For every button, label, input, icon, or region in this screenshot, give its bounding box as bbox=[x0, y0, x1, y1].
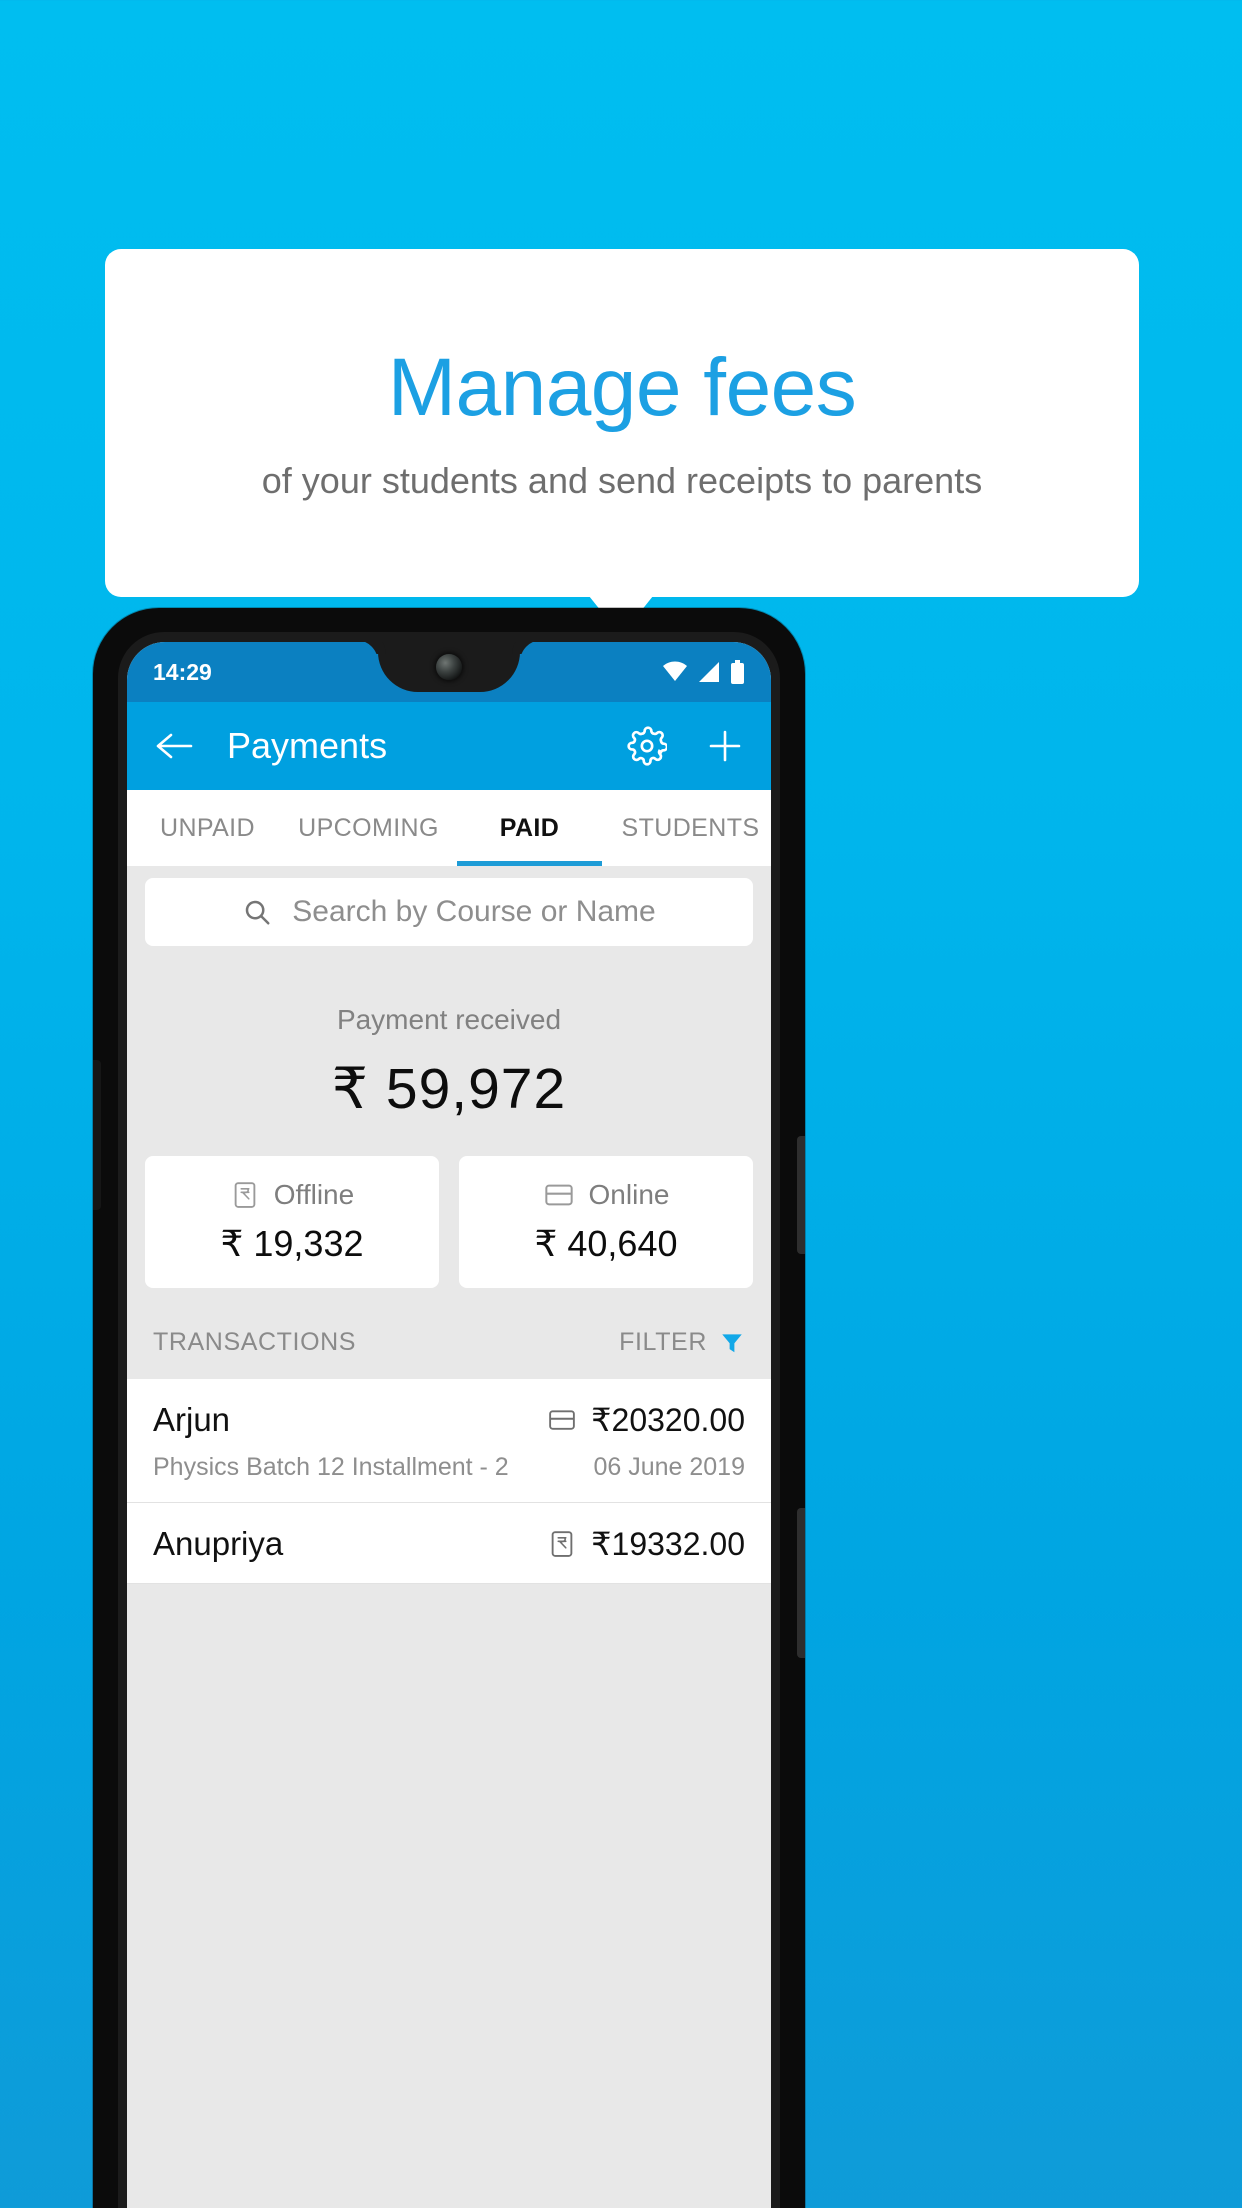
status-bar: 14:29 bbox=[127, 642, 771, 702]
search-icon bbox=[242, 897, 272, 927]
payment-summary: Payment received ₹ 59,972 bbox=[127, 946, 771, 1122]
tab-upcoming[interactable]: UPCOMING bbox=[288, 790, 449, 866]
page-title: Payments bbox=[227, 725, 388, 766]
offline-card-title: Offline bbox=[273, 1179, 355, 1210]
back-arrow-icon[interactable] bbox=[153, 731, 193, 761]
gear-icon[interactable] bbox=[627, 726, 667, 766]
payment-received-label: Payment received bbox=[336, 1004, 562, 1035]
front-camera bbox=[436, 654, 462, 680]
battery-icon bbox=[730, 660, 745, 684]
transaction-amount: ₹19332.00 bbox=[591, 1526, 745, 1562]
offline-payments-card[interactable]: Offline ₹ 19,332 bbox=[145, 1156, 439, 1288]
filter-button[interactable]: FILTER bbox=[619, 1328, 745, 1357]
transaction-amount-group: ₹20320.00 bbox=[547, 1401, 745, 1439]
cellular-signal-icon bbox=[697, 661, 721, 683]
credit-card-icon bbox=[543, 1179, 575, 1211]
transaction-student-name: Arjun bbox=[153, 1401, 231, 1438]
online-card-title: Online bbox=[588, 1179, 670, 1210]
phone-mockup: 14:29 Payments UNPAID UPCOMING PAID STUD… bbox=[93, 608, 805, 2208]
tab-students[interactable]: STUDENTS bbox=[610, 790, 771, 866]
table-row[interactable]: Arjun ₹20320.00 Physics Batch 12 Install… bbox=[127, 1379, 771, 1503]
phone-button-volume bbox=[797, 1136, 805, 1254]
promo-subtitle: of your students and send receipts to pa… bbox=[261, 460, 983, 501]
online-payments-card[interactable]: Online ₹ 40,640 bbox=[459, 1156, 753, 1288]
tab-paid[interactable]: PAID bbox=[449, 790, 610, 866]
transaction-secondary-line: Physics Batch 12 Installment - 2 06 June… bbox=[153, 1453, 745, 1482]
tab-bar: UNPAID UPCOMING PAID STUDENTS bbox=[127, 790, 771, 866]
offline-card-header: Offline bbox=[230, 1179, 354, 1211]
transaction-primary-line: Anupriya ₹19332.00 bbox=[153, 1525, 745, 1563]
transactions-header: TRANSACTIONS FILTER bbox=[127, 1288, 771, 1379]
online-card-amount: ₹ 40,640 bbox=[534, 1223, 678, 1264]
table-row[interactable]: Anupriya ₹19332.00 bbox=[127, 1503, 771, 1584]
app-bar: Payments bbox=[127, 702, 771, 790]
transaction-amount: ₹20320.00 bbox=[591, 1402, 745, 1438]
transaction-student-name: Anupriya bbox=[153, 1525, 284, 1562]
online-card-header: Online bbox=[543, 1179, 670, 1211]
transaction-amount-group: ₹19332.00 bbox=[547, 1525, 745, 1563]
transactions-list: Arjun ₹20320.00 Physics Batch 12 Install… bbox=[127, 1379, 771, 1584]
filter-label: FILTER bbox=[619, 1328, 707, 1356]
rupee-note-icon bbox=[547, 1529, 577, 1559]
phone-screen: 14:29 Payments UNPAID UPCOMING PAID STUD… bbox=[127, 642, 771, 2208]
status-bar-icons bbox=[662, 660, 745, 684]
transaction-primary-line: Arjun ₹20320.00 bbox=[153, 1401, 745, 1439]
wifi-icon bbox=[662, 661, 688, 683]
transaction-date: 06 June 2019 bbox=[593, 1453, 745, 1481]
phone-button-power bbox=[797, 1508, 805, 1658]
search-input[interactable]: Search by Course or Name bbox=[145, 878, 753, 946]
credit-card-icon bbox=[547, 1405, 577, 1435]
promo-card: Manage fees of your students and send re… bbox=[105, 249, 1139, 597]
plus-icon[interactable] bbox=[705, 726, 745, 766]
funnel-icon bbox=[719, 1330, 745, 1356]
display-notch bbox=[378, 642, 520, 692]
phone-bezel: 14:29 Payments UNPAID UPCOMING PAID STUD… bbox=[118, 632, 780, 2208]
promo-title: Manage fees bbox=[387, 342, 857, 433]
tab-unpaid[interactable]: UNPAID bbox=[127, 790, 288, 866]
paid-tab-content: Search by Course or Name Payment receive… bbox=[127, 866, 771, 2208]
search-container: Search by Course or Name bbox=[127, 866, 771, 946]
transactions-label: TRANSACTIONS bbox=[153, 1328, 357, 1356]
payment-received-amount: ₹ 59,972 bbox=[331, 1057, 567, 1121]
rupee-note-icon bbox=[230, 1180, 260, 1210]
offline-card-amount: ₹ 19,332 bbox=[220, 1223, 364, 1264]
search-placeholder: Search by Course or Name bbox=[292, 895, 656, 928]
transaction-description: Physics Batch 12 Installment - 2 bbox=[153, 1453, 509, 1481]
payment-breakdown: Offline ₹ 19,332 Online ₹ 40,640 bbox=[127, 1122, 771, 1288]
phone-button-left bbox=[93, 1060, 101, 1210]
status-bar-time: 14:29 bbox=[153, 658, 212, 685]
